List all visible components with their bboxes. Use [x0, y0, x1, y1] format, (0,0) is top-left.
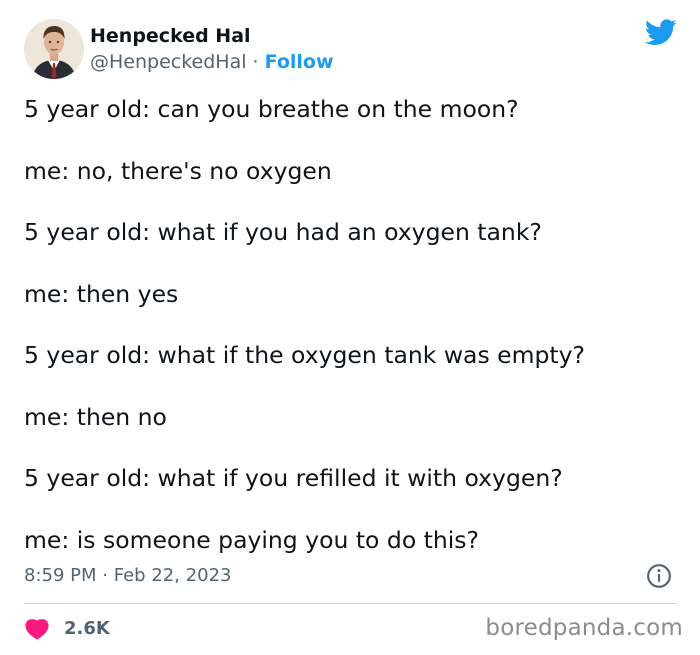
heart-icon[interactable]	[24, 616, 50, 640]
tweet-line: me: is someone paying you to do this?	[24, 525, 480, 554]
tweet-line: me: then no	[24, 402, 167, 431]
tweet-line: 5 year old: what if the oxygen tank was …	[24, 341, 586, 369]
divider	[24, 603, 676, 604]
timestamp-separator: ·	[102, 565, 108, 586]
tweet-header: Henpecked Hal @HenpeckedHal · Follow	[24, 17, 334, 81]
avatar[interactable]	[24, 19, 84, 79]
tweet-time[interactable]: 8:59 PM	[24, 565, 97, 586]
follow-link[interactable]: Follow	[265, 51, 334, 73]
tweet-line: 5 year old: can you breathe on the moon?	[24, 95, 519, 123]
like-action[interactable]: 2.6K	[24, 612, 110, 644]
tweet-line: me: no, there's no oxygen	[24, 156, 332, 185]
tweet-date[interactable]: Feb 22, 2023	[114, 565, 232, 586]
tweet-line: me: then yes	[24, 279, 179, 308]
like-count: 2.6K	[64, 617, 110, 639]
tweet-line: 5 year old: what if you refilled it with…	[24, 464, 563, 492]
author-handle-row: @HenpeckedHal · Follow	[90, 49, 334, 75]
watermark: boredpanda.com	[485, 615, 683, 641]
person-portrait-avatar-icon	[24, 19, 84, 79]
author-identity: Henpecked Hal @HenpeckedHal · Follow	[90, 23, 334, 75]
tweet-line: 5 year old: what if you had an oxygen ta…	[24, 218, 542, 246]
tweet-timestamp: 8:59 PM · Feb 22, 2023	[24, 564, 231, 588]
tweet-body: 5 year old: can you breathe on the moon?…	[24, 89, 674, 581]
author-handle[interactable]: @HenpeckedHal	[90, 51, 247, 73]
author-display-name[interactable]: Henpecked Hal	[90, 23, 334, 49]
twitter-bird-icon[interactable]	[645, 19, 677, 46]
info-icon[interactable]	[646, 563, 672, 589]
tweet-card: Henpecked Hal @HenpeckedHal · Follow 5 y…	[0, 0, 700, 655]
handle-separator: ·	[252, 51, 259, 73]
